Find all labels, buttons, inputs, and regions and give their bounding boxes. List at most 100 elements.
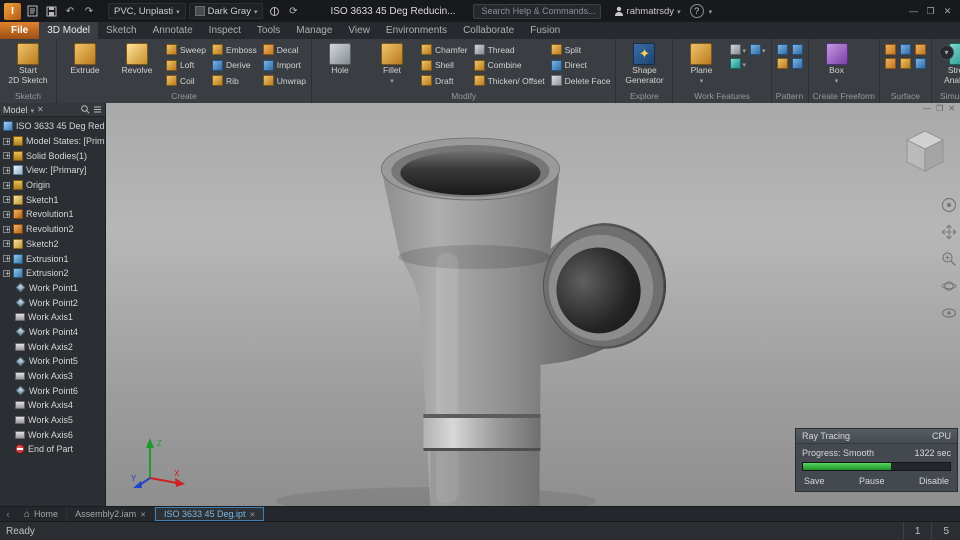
pan-icon[interactable]: [941, 224, 957, 240]
refresh-icon[interactable]: ⟳: [285, 4, 301, 19]
tab-inspect[interactable]: Inspect: [201, 22, 249, 39]
patch-surface-button[interactable]: [899, 44, 911, 55]
3d-viewport[interactable]: — ❐ ✕ Z X Y Ray Tracing CPU Progress: Sm…: [106, 103, 960, 506]
expander-icon[interactable]: [3, 181, 11, 190]
tab-view[interactable]: View: [340, 22, 378, 39]
tree-item-sketch2[interactable]: Sketch2: [0, 237, 105, 252]
tab-collaborate[interactable]: Collaborate: [455, 22, 522, 39]
expander-icon[interactable]: [3, 210, 11, 219]
tree-item-work-axis5[interactable]: Work Axis5: [0, 413, 105, 428]
tab-file[interactable]: File: [0, 22, 40, 39]
tab-sketch[interactable]: Sketch: [98, 22, 145, 39]
doc-minimize-icon[interactable]: —: [923, 104, 931, 113]
ruled-surface-button[interactable]: [914, 58, 926, 69]
plane-button[interactable]: Plane: [676, 41, 726, 91]
extrude-button[interactable]: Extrude: [60, 41, 110, 91]
new-file-icon[interactable]: [24, 4, 40, 19]
combine-button[interactable]: Combine: [472, 58, 547, 73]
browser-menu-icon[interactable]: [93, 105, 102, 114]
ray-disable-button[interactable]: Disable: [919, 476, 949, 486]
tree-item-work-axis3[interactable]: Work Axis3: [0, 369, 105, 384]
tree-item-origin[interactable]: Origin: [0, 178, 105, 193]
tree-item-work-axis2[interactable]: Work Axis2: [0, 339, 105, 354]
search-input[interactable]: Search Help & Commands...: [472, 3, 601, 19]
import-button[interactable]: Import: [261, 58, 308, 73]
app-logo-icon[interactable]: I: [4, 2, 21, 20]
tree-item-root[interactable]: ISO 3633 45 Deg Reducing: [0, 119, 105, 134]
close-button[interactable]: ✕: [939, 3, 956, 19]
expander-icon[interactable]: [3, 151, 11, 160]
ribbon-options-button[interactable]: ▾: [939, 45, 954, 60]
freeform-box-button[interactable]: Box: [812, 41, 862, 91]
derive-button[interactable]: Derive: [210, 58, 259, 73]
chamfer-button[interactable]: Chamfer: [419, 42, 470, 57]
tab-annotate[interactable]: Annotate: [145, 22, 201, 39]
mirror-button[interactable]: [791, 58, 803, 69]
minimize-button[interactable]: —: [905, 3, 922, 19]
hole-button[interactable]: Hole: [315, 41, 365, 91]
view-cube[interactable]: [901, 125, 949, 181]
rectangular-pattern-button[interactable]: [776, 44, 788, 55]
appearance-dropdown[interactable]: Dark Gray: [188, 3, 264, 19]
doc-close-icon[interactable]: ✕: [948, 104, 955, 113]
help-button[interactable]: ?: [689, 4, 704, 18]
tree-item-work-axis1[interactable]: Work Axis1: [0, 310, 105, 325]
extend-surface-button[interactable]: [884, 58, 896, 69]
navigation-wheel-icon[interactable]: [941, 197, 957, 213]
doc-restore-icon[interactable]: ❐: [936, 104, 943, 113]
expander-icon[interactable]: [3, 239, 11, 248]
save-icon[interactable]: [43, 4, 59, 19]
tree-item-work-point6[interactable]: Work Point6: [0, 383, 105, 398]
document-tab-assembly2[interactable]: Assembly2.iam: [67, 507, 155, 521]
zoom-icon[interactable]: [941, 251, 957, 267]
decal-button[interactable]: Decal: [261, 42, 308, 57]
sweep-button[interactable]: Sweep: [164, 42, 208, 57]
revolve-button[interactable]: Revolve: [112, 41, 162, 91]
thicken-offset-button[interactable]: Thicken/ Offset: [472, 73, 547, 88]
tab-fusion[interactable]: Fusion: [522, 22, 568, 39]
unwrap-button[interactable]: Unwrap: [261, 73, 308, 88]
tree-item-work-axis6[interactable]: Work Axis6: [0, 427, 105, 442]
home-tab[interactable]: ⌂ Home: [16, 507, 68, 521]
tree-item-view[interactable]: View: [Primary]: [0, 163, 105, 178]
adjust-icon[interactable]: [266, 4, 282, 19]
orbit-icon[interactable]: [941, 278, 957, 294]
work-point-button[interactable]: [749, 44, 766, 55]
expander-icon[interactable]: [3, 225, 11, 234]
tree-item-work-point4[interactable]: Work Point4: [0, 325, 105, 340]
tab-scroll-left-icon[interactable]: ‹: [0, 507, 16, 521]
draft-button[interactable]: Draft: [419, 73, 470, 88]
tree-item-solid-bodies[interactable]: Solid Bodies(1): [0, 148, 105, 163]
tree-item-work-point1[interactable]: Work Point1: [0, 281, 105, 296]
coil-button[interactable]: Coil: [164, 73, 208, 88]
tab-close-icon[interactable]: [250, 509, 256, 519]
stitch-surface-button[interactable]: [884, 44, 896, 55]
direct-button[interactable]: Direct: [549, 58, 613, 73]
tab-manage[interactable]: Manage: [288, 22, 340, 39]
document-tab-iso3633[interactable]: ISO 3633 45 Deg.ipt: [154, 507, 265, 521]
tab-3d-model[interactable]: 3D Model: [39, 22, 99, 39]
tree-item-extrusion1[interactable]: Extrusion1: [0, 251, 105, 266]
ray-pause-button[interactable]: Pause: [859, 476, 885, 486]
delete-face-button[interactable]: Delete Face: [549, 73, 613, 88]
expander-icon[interactable]: [3, 254, 11, 263]
circular-pattern-button[interactable]: [791, 44, 803, 55]
tab-tools[interactable]: Tools: [249, 22, 288, 39]
split-button[interactable]: Split: [549, 42, 613, 57]
thread-button[interactable]: Thread: [472, 42, 547, 57]
tree-item-extrusion2[interactable]: Extrusion2: [0, 266, 105, 281]
fillet-button[interactable]: Fillet: [367, 41, 417, 91]
tab-environments[interactable]: Environments: [378, 22, 455, 39]
tree-item-end-of-part[interactable]: End of Part: [0, 442, 105, 457]
tree-item-revolution2[interactable]: Revolution2: [0, 222, 105, 237]
expander-icon[interactable]: [3, 269, 11, 278]
tree-item-work-axis4[interactable]: Work Axis4: [0, 398, 105, 413]
user-account-button[interactable]: rahmatrsdy: [614, 6, 681, 17]
work-axis-button[interactable]: [730, 44, 746, 55]
ray-save-button[interactable]: Save: [804, 476, 825, 486]
expander-icon[interactable]: [3, 195, 11, 204]
tree-item-sketch1[interactable]: Sketch1: [0, 192, 105, 207]
tree-item-work-point5[interactable]: Work Point5: [0, 354, 105, 369]
expander-icon[interactable]: [3, 137, 11, 146]
loft-button[interactable]: Loft: [164, 58, 208, 73]
